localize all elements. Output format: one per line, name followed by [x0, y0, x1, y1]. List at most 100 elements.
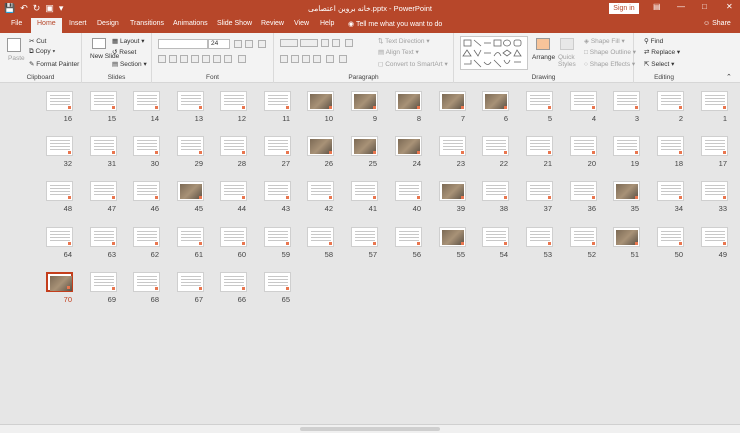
tab-animations[interactable]: Animations	[173, 20, 208, 27]
select-button[interactable]: ⇱ Select ▾	[644, 60, 674, 68]
slide-thumbnail-30[interactable]	[133, 136, 160, 156]
close-icon[interactable]: ✕	[726, 2, 733, 11]
slide-thumbnail-13[interactable]	[177, 91, 204, 111]
tell-me-search[interactable]: ◉ Tell me what you want to do	[348, 20, 442, 28]
slide-thumbnail-43[interactable]	[264, 181, 291, 201]
shape-fill-button[interactable]: ◈ Shape Fill ▾	[584, 37, 625, 45]
slide-thumbnail-24[interactable]	[395, 136, 422, 156]
slide-thumbnail-2[interactable]	[657, 91, 684, 111]
slide-thumbnail-50[interactable]	[657, 227, 684, 247]
shrink-font-icon[interactable]	[245, 40, 253, 48]
slide-thumbnail-59[interactable]	[264, 227, 291, 247]
quick-styles-button[interactable]: Quick Styles	[558, 54, 584, 68]
justify-icon[interactable]	[313, 55, 321, 63]
slide-thumbnail-41[interactable]	[351, 181, 378, 201]
maximize-icon[interactable]: □	[702, 2, 707, 11]
slide-thumbnail-10[interactable]	[307, 91, 334, 111]
slide-thumbnail-1[interactable]	[701, 91, 728, 111]
tab-slide-show[interactable]: Slide Show	[217, 20, 252, 27]
paste-button[interactable]: Paste	[8, 55, 25, 62]
slide-thumbnail-7[interactable]	[439, 91, 466, 111]
bullets-icon[interactable]	[280, 39, 298, 47]
replace-button[interactable]: ⇄ Replace ▾	[644, 48, 680, 56]
slide-thumbnail-28[interactable]	[220, 136, 247, 156]
copy-button[interactable]: ⧉ Copy ▾	[29, 48, 55, 56]
slide-thumbnail-68[interactable]	[133, 272, 160, 292]
columns-icon[interactable]	[326, 55, 334, 63]
tab-transitions[interactable]: Transitions	[130, 20, 164, 27]
format-painter-button[interactable]: ✎ Format Painter	[29, 60, 79, 68]
decrease-indent-icon[interactable]	[321, 39, 329, 47]
collapse-ribbon-icon[interactable]: ⌃	[726, 73, 732, 81]
shapes-gallery[interactable]	[460, 36, 528, 70]
slide-thumbnail-48[interactable]	[46, 181, 73, 201]
align-text-button[interactable]: ▤ Align Text ▾	[378, 48, 419, 56]
slide-thumbnail-34[interactable]	[657, 181, 684, 201]
slide-thumbnail-3[interactable]	[613, 91, 640, 111]
slide-thumbnail-8[interactable]	[395, 91, 422, 111]
slide-thumbnail-15[interactable]	[90, 91, 117, 111]
align-center-icon[interactable]	[291, 55, 299, 63]
slide-thumbnail-42[interactable]	[307, 181, 334, 201]
slide-thumbnail-47[interactable]	[90, 181, 117, 201]
slide-thumbnail-11[interactable]	[264, 91, 291, 111]
slide-thumbnail-55[interactable]	[439, 227, 466, 247]
tab-file[interactable]: File	[11, 20, 22, 27]
slide-thumbnail-4[interactable]	[570, 91, 597, 111]
increase-indent-icon[interactable]	[332, 39, 340, 47]
convert-smartart-button[interactable]: ◻ Convert to SmartArt ▾	[378, 60, 448, 68]
slide-thumbnail-33[interactable]	[701, 181, 728, 201]
arrange-icon[interactable]	[536, 38, 550, 50]
font-name-field[interactable]	[158, 39, 208, 49]
slide-thumbnail-9[interactable]	[351, 91, 378, 111]
slide-thumbnail-62[interactable]	[133, 227, 160, 247]
tab-help[interactable]: Help	[320, 20, 334, 27]
slide-thumbnail-57[interactable]	[351, 227, 378, 247]
slide-thumbnail-44[interactable]	[220, 181, 247, 201]
slide-thumbnail-66[interactable]	[220, 272, 247, 292]
slide-thumbnail-64[interactable]	[46, 227, 73, 247]
numbering-icon[interactable]	[300, 39, 318, 47]
slide-thumbnail-58[interactable]	[307, 227, 334, 247]
slide-thumbnail-60[interactable]	[220, 227, 247, 247]
slide-thumbnail-40[interactable]	[395, 181, 422, 201]
clear-format-icon[interactable]	[258, 40, 266, 48]
share-button[interactable]: ☺ Share	[703, 20, 731, 27]
line-spacing-icon[interactable]	[345, 39, 353, 47]
horizontal-scrollbar[interactable]	[300, 427, 440, 431]
shadow-icon[interactable]	[202, 55, 210, 63]
tab-design[interactable]: Design	[97, 20, 119, 27]
slide-thumbnail-38[interactable]	[482, 181, 509, 201]
tab-home[interactable]: Home	[31, 18, 62, 33]
align-right-icon[interactable]	[302, 55, 310, 63]
slide-thumbnail-16[interactable]	[46, 91, 73, 111]
char-spacing-icon[interactable]	[213, 55, 221, 63]
slide-thumbnail-5[interactable]	[526, 91, 553, 111]
layout-button[interactable]: ▦ Layout ▾	[112, 37, 145, 45]
new-slide-icon[interactable]	[92, 38, 106, 49]
reset-button[interactable]: ↺ Reset	[112, 48, 136, 56]
tab-view[interactable]: View	[294, 20, 309, 27]
slide-thumbnail-49[interactable]	[701, 227, 728, 247]
slide-thumbnail-26[interactable]	[307, 136, 334, 156]
slide-thumbnail-20[interactable]	[570, 136, 597, 156]
minimize-icon[interactable]: —	[677, 2, 685, 11]
change-case-icon[interactable]	[224, 55, 232, 63]
slide-thumbnail-21[interactable]	[526, 136, 553, 156]
slide-thumbnail-31[interactable]	[90, 136, 117, 156]
slide-thumbnail-51[interactable]	[613, 227, 640, 247]
strikethrough-icon[interactable]	[191, 55, 199, 63]
slide-thumbnail-25[interactable]	[351, 136, 378, 156]
slide-thumbnail-23[interactable]	[439, 136, 466, 156]
slide-thumbnail-18[interactable]	[657, 136, 684, 156]
slide-thumbnail-27[interactable]	[264, 136, 291, 156]
sign-in-button[interactable]: Sign in	[609, 3, 639, 14]
slide-thumbnail-29[interactable]	[177, 136, 204, 156]
font-size-field[interactable]: 24	[208, 39, 230, 49]
slide-thumbnail-37[interactable]	[526, 181, 553, 201]
font-color-icon[interactable]	[238, 55, 246, 63]
slide-thumbnail-70[interactable]	[46, 272, 73, 292]
grow-font-icon[interactable]	[234, 40, 242, 48]
slide-thumbnail-45[interactable]	[177, 181, 204, 201]
section-button[interactable]: ▤ Section ▾	[112, 60, 147, 68]
